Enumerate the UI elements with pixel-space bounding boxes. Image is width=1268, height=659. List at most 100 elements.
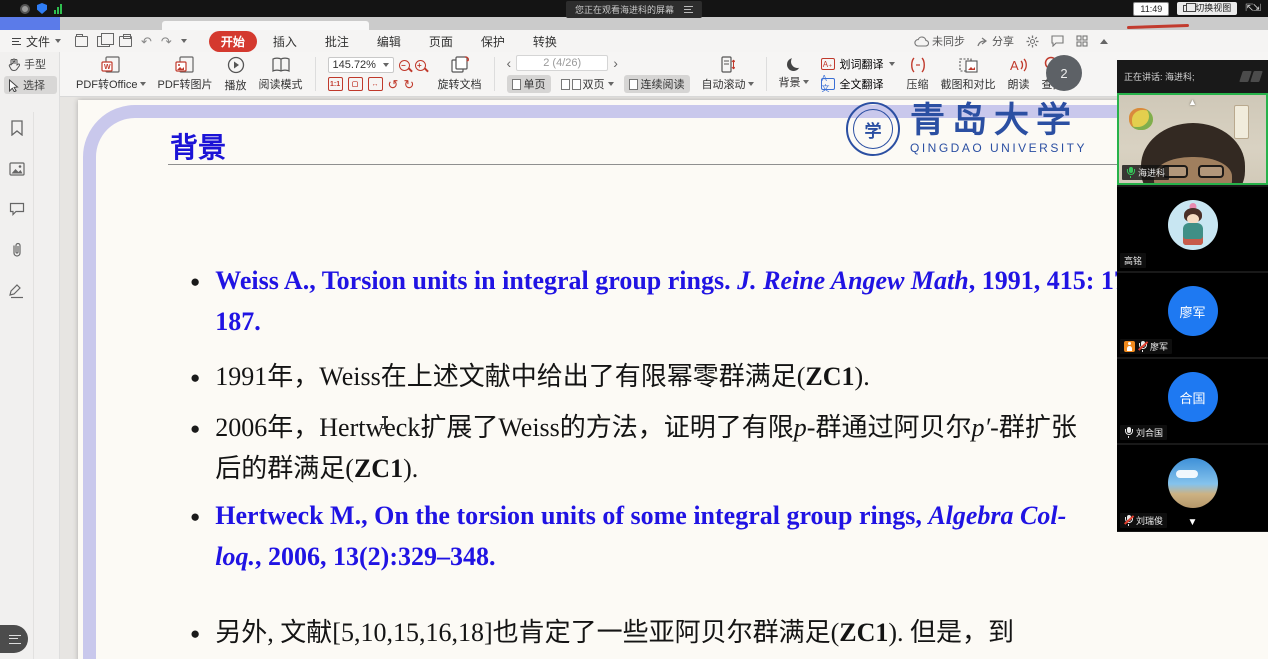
redo-icon[interactable]: ↷ [161,35,172,48]
document-viewport[interactable]: 背景 学 青岛大学 QINGDAO UNIVERSITY ●Weiss A., … [60,97,1268,659]
sync-status-label: 未同步 [932,33,965,49]
chevron-down-icon [748,82,754,86]
comment-icon[interactable] [9,202,25,216]
word-translate-button[interactable]: A₊ 划词翻译 [821,56,895,72]
tab-edit[interactable]: 编辑 [365,31,413,52]
comment-icon[interactable] [1051,35,1064,47]
single-page-button[interactable]: 单页 [507,75,551,93]
zoom-out-icon[interactable]: − [399,60,410,71]
tab-convert[interactable]: 转换 [521,31,569,52]
participant-video-tile[interactable]: ▲ 海进科 [1117,93,1268,185]
tab-comment[interactable]: 批注 [313,31,361,52]
attachment-icon[interactable] [10,242,24,258]
fit-width-button[interactable]: ↔ [368,77,383,91]
auto-scroll-button[interactable]: 自动滚动 [702,56,754,92]
window-tab-strip [0,17,1268,30]
participant-name: 海进科 [1138,166,1165,179]
copy-icon[interactable] [97,36,110,47]
auto-scroll-icon [721,56,735,73]
pdf-to-office-button[interactable]: W PDF转Office [76,56,146,92]
collapse-ribbon-icon[interactable] [1100,39,1108,44]
page-number-input[interactable]: 2 (4/26) [516,55,608,71]
cursor-icon [8,79,19,92]
collapse-up-icon[interactable]: ▲ [1188,97,1197,107]
floating-count-badge[interactable]: 2 [1046,55,1082,91]
cloud-icon [914,36,929,47]
record-icon[interactable] [20,4,30,14]
image-icon[interactable] [9,162,25,176]
quickbar-more-icon[interactable] [181,39,187,43]
screenshot-icon [959,57,978,73]
screenshot-compare-button[interactable]: 截图和对比 [941,57,996,92]
mic-on-icon [1124,427,1133,438]
file-menu[interactable]: 文件 [12,33,61,50]
switch-view-button[interactable]: 切换视图 [1177,2,1237,15]
tab-home[interactable]: 开始 [209,31,257,52]
slide-title: 背景 [170,126,226,166]
full-translate-button[interactable]: A文 全文翻译 [821,76,895,92]
undo-icon[interactable]: ↶ [141,35,152,48]
prev-page-button[interactable]: ‹ [507,56,512,70]
fit-page-button[interactable]: ▢ [348,77,363,91]
rotate-left-icon[interactable]: ↺ [388,78,399,91]
reading-mode-button[interactable]: 阅读模式 [259,57,303,92]
sync-status[interactable]: 未同步 [914,33,965,49]
active-tab-indicator[interactable] [0,17,60,30]
apps-grid-icon[interactable] [1076,35,1088,47]
university-logo: 学 青岛大学 QINGDAO UNIVERSITY [846,102,1087,156]
participant-tile[interactable]: 廖军 廖军 [1117,273,1268,357]
participant-tile[interactable]: 刘瑞俊 ▼ [1117,445,1268,531]
tab-insert[interactable]: 插入 [261,31,309,52]
tab-protect[interactable]: 保护 [469,31,517,52]
collapse-down-icon[interactable]: ▼ [1188,517,1198,528]
university-name-en: QINGDAO UNIVERSITY [910,141,1087,155]
play-button[interactable]: 播放 [225,56,247,93]
pdf-to-image-button[interactable]: PDF转图片 [158,56,213,92]
zoom-level-input[interactable]: 145.72% [328,57,394,73]
compress-button[interactable]: 压缩 [907,57,929,92]
chevron-down-icon [608,82,614,86]
participant-tile[interactable]: 高铭 [1117,187,1268,271]
chevron-down-icon [140,82,146,86]
bullet-dot-icon: ● [190,269,200,342]
screen-share-banner: 您正在观看海进科的屏幕 [566,1,702,18]
avatar [1168,200,1218,250]
layout-icon [1183,5,1191,12]
share-button[interactable]: 分享 [977,33,1014,49]
select-tool[interactable]: 选择 [4,76,57,94]
open-icon[interactable] [75,36,88,47]
chevron-down-icon [803,80,809,84]
read-aloud-button[interactable]: A 朗读 [1008,57,1030,92]
gear-icon[interactable] [1026,35,1039,48]
chevron-down-icon [55,39,61,43]
background-button[interactable]: 背景 [779,58,809,90]
fullscreen-icon[interactable]: ⇱⇲ [1245,3,1260,14]
next-page-button[interactable]: › [613,56,618,70]
document-tab[interactable] [162,21,369,30]
participant-name: 刘合国 [1136,426,1163,439]
tab-page[interactable]: 页面 [417,31,465,52]
print-icon[interactable] [119,36,132,47]
host-icon [1124,341,1135,352]
bookmark-icon[interactable] [10,120,24,136]
shield-icon[interactable] [37,3,47,14]
banner-menu-icon[interactable] [684,6,693,13]
signature-stamp-icon[interactable] [9,284,25,299]
chevron-down-icon [889,62,895,66]
rotate-right-icon[interactable]: ↻ [403,78,414,91]
hand-tool[interactable]: 手型 [4,55,57,73]
continuous-read-button[interactable]: 连续阅读 [624,75,690,93]
slide-bullet: ●另外, 文献[5,10,15,16,18]也肯定了一些亚阿贝尔群满足(ZC1)… [190,612,1268,659]
toc-float-button[interactable] [0,625,28,653]
participant-glasses [1162,165,1224,179]
network-signal-icon [54,4,62,14]
double-page-button[interactable]: 双页 [556,75,619,93]
participant-tile[interactable]: 合国 刘合国 [1117,359,1268,443]
actual-size-button[interactable]: 1:1 [328,77,343,91]
titlebar-status-icons [20,3,62,14]
continuous-icon [629,79,638,90]
rotate-document-button[interactable]: 旋转文档 [438,56,482,92]
file-menu-label: 文件 [26,33,50,50]
zoom-in-icon[interactable]: + [415,60,426,71]
share-icon [977,36,989,47]
